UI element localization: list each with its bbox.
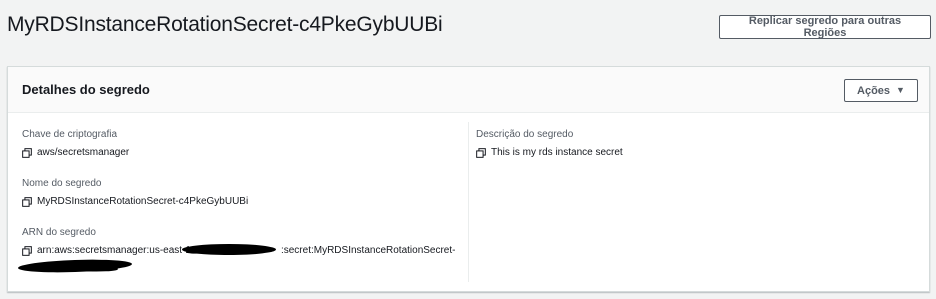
secret-description-label: Descrição do segredo: [476, 129, 574, 140]
secret-name-value: MyRDSInstanceRotationSecret-c4PkeGybUUBi: [37, 196, 249, 207]
actions-button-label: Ações: [857, 84, 891, 97]
secret-description-value-row: This is my rds instance secret: [476, 147, 623, 158]
caret-down-icon: ▼: [896, 85, 905, 95]
panel-title: Detalhes do segredo: [22, 82, 150, 97]
secret-name-label: Nome do segredo: [22, 178, 102, 189]
secret-description-value: This is my rds instance secret: [491, 147, 623, 158]
secret-name-value-row: MyRDSInstanceRotationSecret-c4PkeGybUUBi: [22, 196, 248, 207]
column-divider: [468, 122, 469, 282]
copy-icon[interactable]: [22, 197, 32, 207]
encryption-key-value: aws/secretsmanager: [37, 147, 130, 158]
encryption-key-value-row: aws/secretsmanager: [22, 147, 129, 158]
actions-dropdown-button[interactable]: Ações ▼: [844, 79, 918, 102]
secret-details-panel: Detalhes do segredo Ações ▼ Chave de cri…: [7, 66, 930, 292]
secret-arn-suffix: :secret:MyRDSInstanceRotationSecret-: [280, 245, 456, 256]
secret-description-field: Descrição do segredo This is my rds inst…: [476, 129, 623, 158]
page-title: MyRDSInstanceRotationSecret-c4PkeGybUUBi: [7, 13, 443, 36]
copy-icon[interactable]: [476, 148, 486, 158]
secret-name-field: Nome do segredo MyRDSInstanceRotationSec…: [22, 178, 248, 207]
copy-icon[interactable]: [22, 148, 32, 158]
encryption-key-field: Chave de criptografia aws/secretsmanager: [22, 129, 129, 158]
encryption-key-label: Chave de criptografia: [22, 129, 118, 140]
panel-header: Detalhes do segredo Ações ▼: [8, 67, 929, 113]
replicate-secret-button[interactable]: Replicar segredo para outras Regiões: [719, 15, 931, 39]
secret-arn-prefix: arn:aws:secretsmanager:us-east-1: [37, 245, 191, 256]
copy-icon[interactable]: [22, 246, 32, 256]
secret-arn-label: ARN do segredo: [22, 227, 96, 238]
